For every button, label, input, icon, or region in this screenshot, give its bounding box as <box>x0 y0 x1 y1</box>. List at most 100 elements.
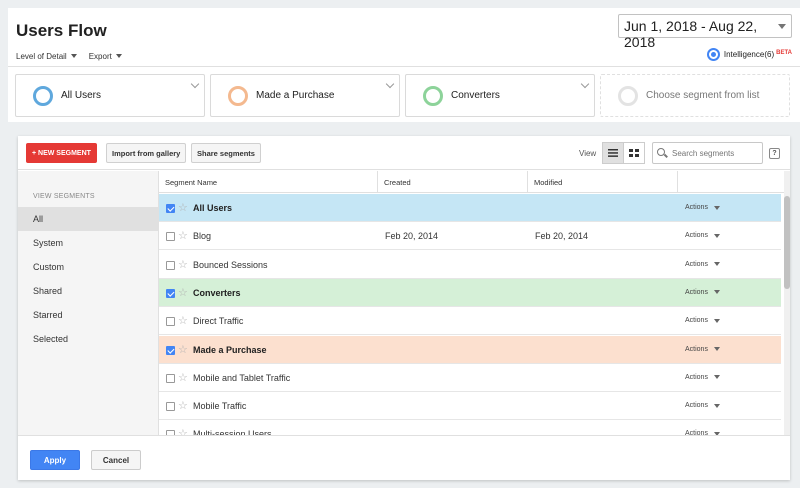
star-icon[interactable]: ☆ <box>178 258 188 271</box>
table-row[interactable]: ☆ Bounced Sessions Actions <box>159 250 781 279</box>
grid-view-button[interactable] <box>623 142 645 164</box>
table-row[interactable]: ☆ Direct Traffic Actions <box>159 307 781 336</box>
column-header-segment-name[interactable]: Segment Name <box>159 171 378 193</box>
segment-filter-sidebar: VIEW SEGMENTS All System Custom Shared S… <box>18 171 159 435</box>
created-date: Feb 20, 2014 <box>385 231 439 242</box>
empty-segment-ring-icon <box>618 85 638 106</box>
segment-card-label: Made a Purchase <box>256 90 335 101</box>
help-icon[interactable]: ? <box>769 148 780 159</box>
segment-name: Mobile and Tablet Traffic <box>193 372 291 383</box>
report-header: Users Flow Jun 1, 2018 - Aug 22, 2018 Le… <box>8 8 800 66</box>
actions-menu[interactable]: Actions <box>685 346 720 353</box>
table-scrollbar[interactable] <box>784 171 790 435</box>
import-from-gallery-button[interactable]: Import from gallery <box>106 143 187 163</box>
caret-down-icon <box>713 262 720 267</box>
search-segments-input[interactable] <box>652 142 763 164</box>
level-of-detail-menu[interactable]: Level of Detail <box>16 52 77 61</box>
actions-label: Actions <box>685 317 708 325</box>
chevron-down-icon <box>778 24 786 29</box>
column-header-modified[interactable]: Modified <box>528 171 678 193</box>
scrollbar-thumb[interactable] <box>784 196 790 289</box>
star-icon[interactable]: ☆ <box>178 427 188 435</box>
actions-label: Actions <box>685 232 708 240</box>
segment-card-label: Converters <box>451 90 500 101</box>
actions-menu[interactable]: Actions <box>685 261 720 268</box>
date-range-selector[interactable]: Jun 1, 2018 - Aug 22, 2018 <box>618 14 792 50</box>
actions-menu[interactable]: Actions <box>685 374 720 381</box>
table-row[interactable]: ☆ Converters Actions <box>159 278 781 307</box>
star-icon[interactable]: ☆ <box>178 399 188 412</box>
actions-menu[interactable]: Actions <box>685 402 720 409</box>
segment-name: Converters <box>193 287 241 298</box>
actions-menu[interactable]: Actions <box>685 317 720 324</box>
table-row[interactable]: ☆ Made a Purchase Actions <box>159 335 781 364</box>
table-row[interactable]: ☆ Blog Feb 20, 2014 Feb 20, 2014 Actions <box>159 222 781 251</box>
segment-card-converters[interactable]: Converters <box>405 74 595 117</box>
sidebar-item-all[interactable]: All <box>18 207 158 231</box>
intelligence-button[interactable]: Intelligence(6) BETA <box>706 48 792 61</box>
segment-name: Mobile Traffic <box>193 401 247 412</box>
level-of-detail-label: Level of Detail <box>16 51 67 61</box>
caret-down-icon <box>115 54 122 58</box>
chevron-down-icon[interactable] <box>190 79 200 89</box>
row-checkbox[interactable] <box>166 345 175 355</box>
sidebar-item-system[interactable]: System <box>18 231 158 255</box>
intelligence-label: Intelligence(6) <box>723 50 775 59</box>
report-toolbar: Level of Detail Export <box>16 46 134 66</box>
row-checkbox[interactable] <box>166 260 175 270</box>
segment-name: Made a Purchase <box>193 344 267 355</box>
chevron-down-icon[interactable] <box>580 79 590 89</box>
sidebar-item-shared[interactable]: Shared <box>18 279 158 303</box>
cancel-button[interactable]: Cancel <box>91 450 141 470</box>
row-checkbox[interactable] <box>166 232 175 242</box>
list-view-button[interactable] <box>602 142 624 164</box>
table-header: Segment Name Created Modified <box>159 171 784 193</box>
search-icon <box>657 148 665 156</box>
chevron-down-icon[interactable] <box>385 79 395 89</box>
export-label: Export <box>88 51 112 61</box>
sidebar-caption: VIEW SEGMENTS <box>33 193 95 200</box>
export-menu[interactable]: Export <box>89 52 122 61</box>
sidebar-item-custom[interactable]: Custom <box>18 255 158 279</box>
date-range-text: Jun 1, 2018 - Aug 22, 2018 <box>624 18 758 50</box>
actions-label: Actions <box>685 260 708 268</box>
star-icon[interactable]: ☆ <box>178 286 188 299</box>
caret-down-icon <box>713 347 720 351</box>
column-header-created[interactable]: Created <box>378 171 528 193</box>
sidebar-item-starred[interactable]: Starred <box>18 303 158 327</box>
intelligence-icon <box>706 48 720 61</box>
row-checkbox[interactable] <box>166 288 175 298</box>
star-icon[interactable]: ☆ <box>178 201 188 214</box>
panel-footer: Apply Cancel <box>18 435 790 480</box>
row-checkbox[interactable] <box>166 204 175 213</box>
actions-menu[interactable]: Actions <box>685 289 720 296</box>
segment-card-placeholder[interactable]: Choose segment from list <box>600 74 790 117</box>
table-row[interactable]: ☆ Multi-session Users Actions <box>159 420 781 435</box>
star-icon[interactable]: ☆ <box>178 343 188 356</box>
list-view-icon <box>608 149 618 157</box>
new-segment-button[interactable]: + NEW SEGMENT <box>26 143 97 163</box>
page-title: Users Flow <box>16 21 107 40</box>
actions-menu[interactable]: Actions <box>685 204 720 211</box>
row-checkbox[interactable] <box>166 402 175 412</box>
actions-label: Actions <box>685 345 708 353</box>
table-row[interactable]: ☆ Mobile Traffic Actions <box>159 392 781 421</box>
table-row[interactable]: ☆ All Users Actions <box>159 194 781 222</box>
segment-card-all-users[interactable]: All Users <box>15 74 205 117</box>
actions-label: Actions <box>685 288 708 296</box>
table-row[interactable]: ☆ Mobile and Tablet Traffic Actions <box>159 363 781 392</box>
segment-bar: All Users Made a Purchase Converters Cho… <box>8 66 800 122</box>
star-icon[interactable]: ☆ <box>178 229 188 242</box>
sidebar-item-selected[interactable]: Selected <box>18 327 158 351</box>
row-checkbox[interactable] <box>166 317 175 327</box>
star-icon[interactable]: ☆ <box>178 371 188 384</box>
star-icon[interactable]: ☆ <box>178 314 188 327</box>
segment-card-made-a-purchase[interactable]: Made a Purchase <box>210 74 400 117</box>
segment-name: Bounced Sessions <box>193 259 268 270</box>
row-checkbox[interactable] <box>166 373 175 383</box>
apply-button[interactable]: Apply <box>30 450 80 470</box>
share-segments-button[interactable]: Share segments <box>191 143 261 163</box>
grid-view-icon <box>629 149 639 157</box>
actions-label: Actions <box>685 402 708 410</box>
actions-menu[interactable]: Actions <box>685 232 720 239</box>
